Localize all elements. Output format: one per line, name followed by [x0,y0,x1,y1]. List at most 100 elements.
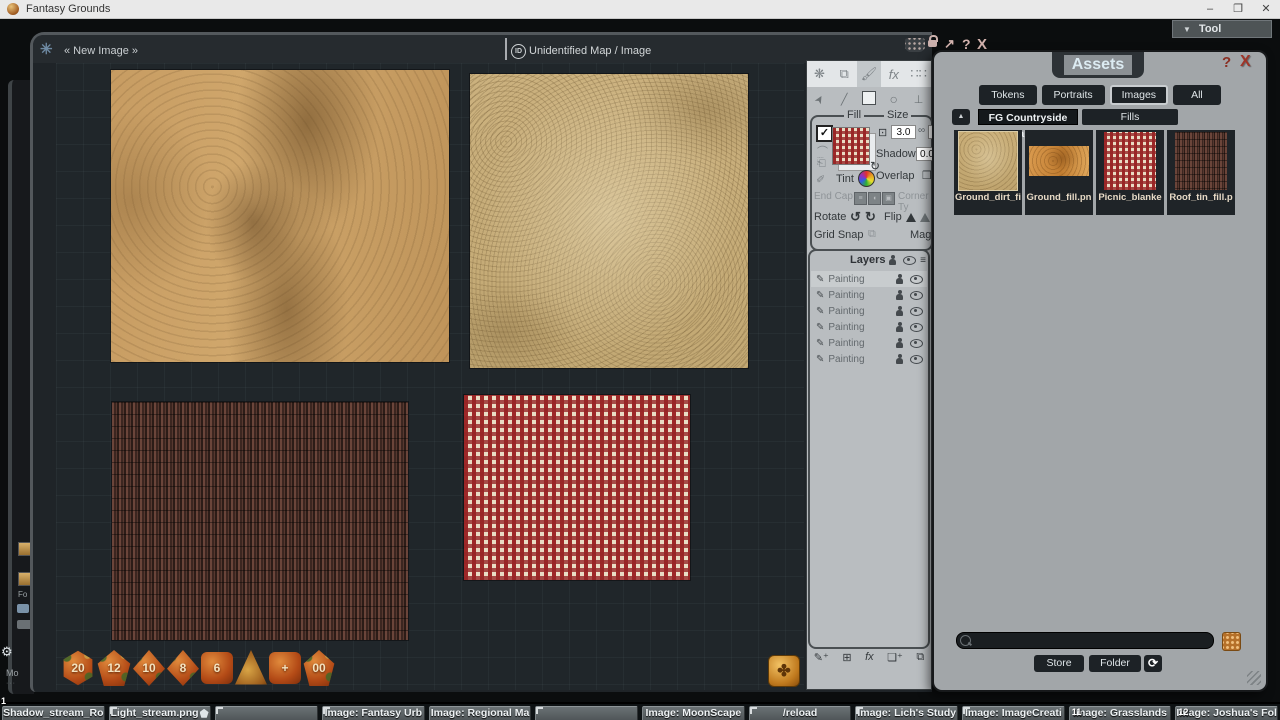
end-cap-button-1[interactable]: ≡ [854,192,867,205]
image-tab-label[interactable]: Unidentified Map / Image [529,45,651,57]
taskbar-button[interactable] [215,706,318,720]
taskbar-button[interactable] [535,706,638,720]
taskbar-button[interactable]: Light_stream.png [109,706,212,720]
line-tool-icon[interactable]: ╱ [832,93,857,106]
layer-eye-icon[interactable] [910,275,923,284]
fill-enabled-checkbox[interactable]: ✓ [816,125,833,142]
refresh-button[interactable]: ⟳ [1144,655,1162,672]
layer-owner-icon[interactable] [895,274,904,284]
dice-badge-icon[interactable] [905,38,925,52]
paintbrush-mode-icon[interactable]: 🖌︎ [857,61,882,87]
layer-owner-icon[interactable] [895,354,904,364]
asset-item[interactable]: Roof_tin_fill.p [1167,130,1235,215]
thumbnail-grid-toggle[interactable] [1222,632,1241,651]
layer-row[interactable]: ✎ Painting [811,351,927,367]
size-mode-icon[interactable]: ⊡ [878,126,887,139]
gear-icon[interactable]: ⚙ [1,644,13,660]
asset-item[interactable]: Picnic_blanke [1096,130,1164,215]
rotate-cw-icon[interactable]: ↻ [865,209,876,225]
d6-die[interactable]: 6 [201,652,233,684]
layer-owner-icon[interactable] [895,322,904,332]
layers-mode-icon[interactable]: ⧉ [832,66,857,82]
canvas-texture-ground-fill[interactable] [470,74,748,368]
layer-row[interactable]: ✎ Painting [811,319,927,335]
layer-row[interactable]: ✎ Painting [811,287,927,303]
link-size-icon[interactable]: ∞ [918,125,925,136]
fx-mode-icon[interactable]: fx [881,67,906,82]
close-button[interactable]: ✕ [1252,0,1280,18]
layer-eye-icon[interactable] [910,307,923,316]
end-cap-button-2[interactable]: ◖ [868,192,881,205]
layer-eye-icon[interactable] [910,291,923,300]
layers-menu-icon[interactable]: ≡ [920,255,926,266]
flip-horizontal-icon[interactable] [906,213,916,222]
taskbar-button[interactable]: /reload [749,706,852,720]
window-close-star-icon[interactable]: ✳ [40,40,53,58]
layer-owner-icon[interactable] [895,338,904,348]
store-button[interactable]: Store [1034,655,1084,672]
duplicate-layer-icon[interactable]: ⧉ [916,651,924,664]
grid-snap-icon[interactable]: ⧉ [868,228,876,241]
end-cap-button-3[interactable]: ▣ [882,192,895,205]
rotate-ccw-icon[interactable]: ↺ [850,209,861,225]
lock-icon[interactable] [928,40,937,47]
layer-owner-icon[interactable] [895,306,904,316]
taskbar-button[interactable]: 12Image: Joshua's Folly [1175,706,1278,720]
layer-row[interactable]: ✎ Painting [811,271,927,287]
layer-row[interactable]: ✎ Painting [811,303,927,319]
asset-wheel-icon[interactable]: ❋ [807,66,832,82]
canvas-texture-ground-dirt[interactable] [111,70,449,362]
rectangle-tool-icon[interactable] [857,91,882,108]
stamp-tool-icon[interactable]: ⊥ [906,93,931,106]
taskbar-button[interactable]: Image: ImageCreati [962,706,1065,720]
resize-grip[interactable] [1247,671,1261,685]
fill-pattern-swatch[interactable] [832,127,870,165]
taskbar-button[interactable]: Image: Regional Ma [429,706,532,720]
tint-color-wheel[interactable] [858,170,875,187]
asset-item[interactable]: Ground_fill.pn [1025,130,1093,215]
assets-title-tab[interactable]: Assets [1052,52,1144,78]
asset-item[interactable]: Ground_dirt_fi [954,130,1022,215]
layer-eye-icon[interactable] [910,355,923,364]
tab-tokens[interactable]: Tokens [979,85,1036,105]
canvas-texture-roof-tin[interactable] [112,402,408,640]
assets-help-icon[interactable]: ? [1222,54,1231,71]
tab-images[interactable]: Images [1110,85,1168,105]
circle-tool-icon[interactable]: ○ [881,91,906,107]
add-grid-layer-icon[interactable]: ⊞ [842,651,851,664]
layer-owner-icon[interactable] [895,290,904,300]
taskbar-button[interactable]: Shadow_stream_Ro [2,706,105,720]
taskbar-button[interactable]: Image: Fantasy Urb [322,706,425,720]
dropper-icon[interactable]: ✐ [816,173,825,186]
flip-vertical-icon[interactable] [920,213,930,222]
tool-dropdown[interactable]: ▼Tool [1172,20,1272,38]
tab-portraits[interactable]: Portraits [1042,85,1105,105]
assets-close-icon[interactable]: X [1240,53,1251,71]
minimize-button[interactable]: – [1196,0,1224,18]
grid-mode-icon[interactable]: ∷∷ [906,66,931,82]
layers-owner-icon[interactable] [888,255,897,265]
breadcrumb-folder[interactable]: Fills [1082,109,1178,125]
taskbar-button[interactable]: Image: MoonScape [642,706,745,720]
pointer-tool-icon[interactable]: ➤ [808,85,832,113]
add-fx-layer-icon[interactable]: fx [865,651,874,664]
modifier-die[interactable]: + [269,652,301,684]
layer-eye-icon[interactable] [910,339,923,348]
tab-all[interactable]: All [1173,85,1221,105]
layers-visibility-icon[interactable] [903,256,916,265]
taskbar-button[interactable]: 11Image: Grasslands [1069,706,1172,720]
image-window-header[interactable] [33,35,932,63]
import-icon[interactable]: ⎗ [817,157,826,170]
layer-eye-icon[interactable] [910,323,923,332]
canvas-texture-picnic-blanket[interactable] [464,395,690,580]
breadcrumb-module[interactable]: FG Countryside Map Pa [978,109,1078,125]
size-input[interactable] [891,125,916,139]
add-paint-layer-icon[interactable]: ✎⁺ [814,651,829,664]
taskbar-button[interactable]: Image: Lich's Study [855,706,958,720]
layer-row[interactable]: ✎ Painting [811,335,927,351]
breadcrumb-up-button[interactable]: ▲ [952,109,970,125]
maximize-button[interactable]: ❐ [1224,0,1252,18]
folder-button[interactable]: Folder [1089,655,1141,672]
overlap-icon[interactable]: ❒ [922,169,932,182]
map-canvas[interactable] [56,63,804,690]
